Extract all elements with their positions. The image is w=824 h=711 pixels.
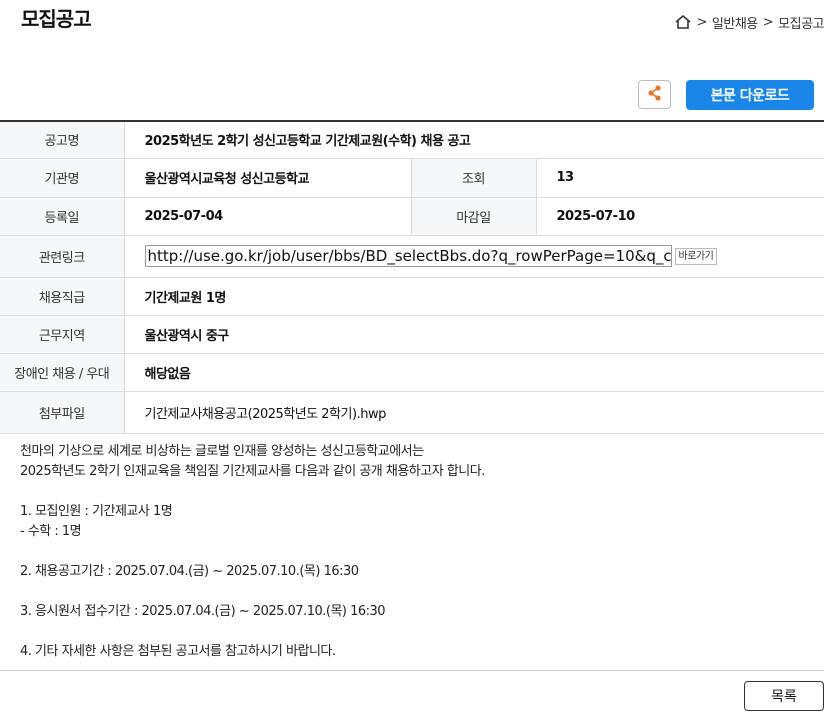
attachment-label: 첨부파일 <box>0 391 125 434</box>
share-button[interactable] <box>638 80 671 109</box>
views-label: 조회 <box>410 158 537 198</box>
info-table: 공고명 2025학년도 2학기 성신고등학교 기간제교원(수학) 채용 공고 기… <box>0 120 824 434</box>
link-label: 관련링크 <box>0 235 125 278</box>
table-row: 근무지역 울산광역시 중구 <box>0 315 824 354</box>
breadcrumb-separator: > <box>696 14 708 30</box>
body-line <box>20 582 810 602</box>
position-value: 기간제교원 1명 <box>124 277 824 316</box>
disability-label: 장애인 채용 / 우대 <box>0 353 125 392</box>
title-value: 2025학년도 2학기 성신고등학교 기간제교원(수학) 채용 공고 <box>124 121 824 159</box>
reg-date-value: 2025-07-04 <box>124 197 411 236</box>
org-label: 기관명 <box>0 158 125 198</box>
breadcrumb: > 일반채용 > 모집공고 <box>674 10 824 34</box>
body-line: 4. 기타 자세한 사항은 첨부된 공고서를 참고하시기 바랍니다. <box>20 644 336 659</box>
go-link-button[interactable]: 바로가기 <box>674 247 718 265</box>
page-title: 모집공고 <box>21 7 92 31</box>
home-icon[interactable] <box>674 14 692 30</box>
breadcrumb-separator: > <box>762 14 774 30</box>
table-row: 장애인 채용 / 우대 해당없음 <box>0 353 824 392</box>
body-line: 2. 채용공고기간 : 2025.07.04.(금) ~ 2025.07.10.… <box>20 564 359 579</box>
link-cell: http://use.go.kr/job/user/bbs/BD_selectB… <box>124 235 824 278</box>
notice-body: 천마의 기상으로 세계로 비상하는 글로벌 인재를 양성하는 성신고등학교에서는… <box>20 442 810 662</box>
body-line: 1. 모집인원 : 기간제교사 1명 <box>20 504 173 519</box>
deadline-value: 2025-07-10 <box>536 197 824 236</box>
reg-date-label: 등록일 <box>0 197 125 236</box>
list-button[interactable]: 목록 <box>744 681 824 711</box>
region-value: 울산광역시 중구 <box>124 315 824 354</box>
download-body-button[interactable]: 본문 다운로드 <box>686 80 814 110</box>
body-line: 천마의 기상으로 세계로 비상하는 글로벌 인재를 양성하는 성신고등학교에서는 <box>20 444 424 459</box>
region-label: 근무지역 <box>0 315 125 354</box>
related-link-field[interactable]: http://use.go.kr/job/user/bbs/BD_selectB… <box>144 245 672 267</box>
table-row: 첨부파일 기간제교사채용공고(2025학년도 2학기).hwp <box>0 391 824 434</box>
share-icon <box>647 84 663 106</box>
breadcrumb-item-recruit-notice[interactable]: 모집공고 <box>778 13 824 32</box>
disability-value: 해당없음 <box>124 353 824 392</box>
body-line <box>20 622 810 642</box>
org-value: 울산광역시교육청 성신고등학교 <box>124 158 411 198</box>
body-line <box>20 482 810 502</box>
table-row: 채용직급 기간제교원 1명 <box>0 277 824 316</box>
position-label: 채용직급 <box>0 277 125 316</box>
table-row: 공고명 2025학년도 2학기 성신고등학교 기간제교원(수학) 채용 공고 <box>0 121 824 159</box>
body-line: 3. 응시원서 접수기간 : 2025.07.04.(금) ~ 2025.07.… <box>20 604 386 619</box>
table-row: 관련링크 http://use.go.kr/job/user/bbs/BD_se… <box>0 235 824 278</box>
views-value: 13 <box>536 158 824 198</box>
breadcrumb-item-general-hiring[interactable]: 일반채용 <box>712 13 758 32</box>
attachment-link[interactable]: 기간제교사채용공고(2025학년도 2학기).hwp <box>124 391 824 434</box>
table-row: 등록일 2025-07-04 마감일 2025-07-10 <box>0 197 824 236</box>
title-label: 공고명 <box>0 121 125 159</box>
table-row: 기관명 울산광역시교육청 성신고등학교 조회 13 <box>0 158 824 198</box>
body-line <box>20 542 810 562</box>
body-line: 2025학년도 2학기 인재교육을 책임질 기간제교사를 다음과 같이 공개 채… <box>20 464 485 479</box>
divider <box>0 670 824 671</box>
body-line: - 수학 : 1명 <box>20 524 82 539</box>
deadline-label: 마감일 <box>410 197 537 236</box>
